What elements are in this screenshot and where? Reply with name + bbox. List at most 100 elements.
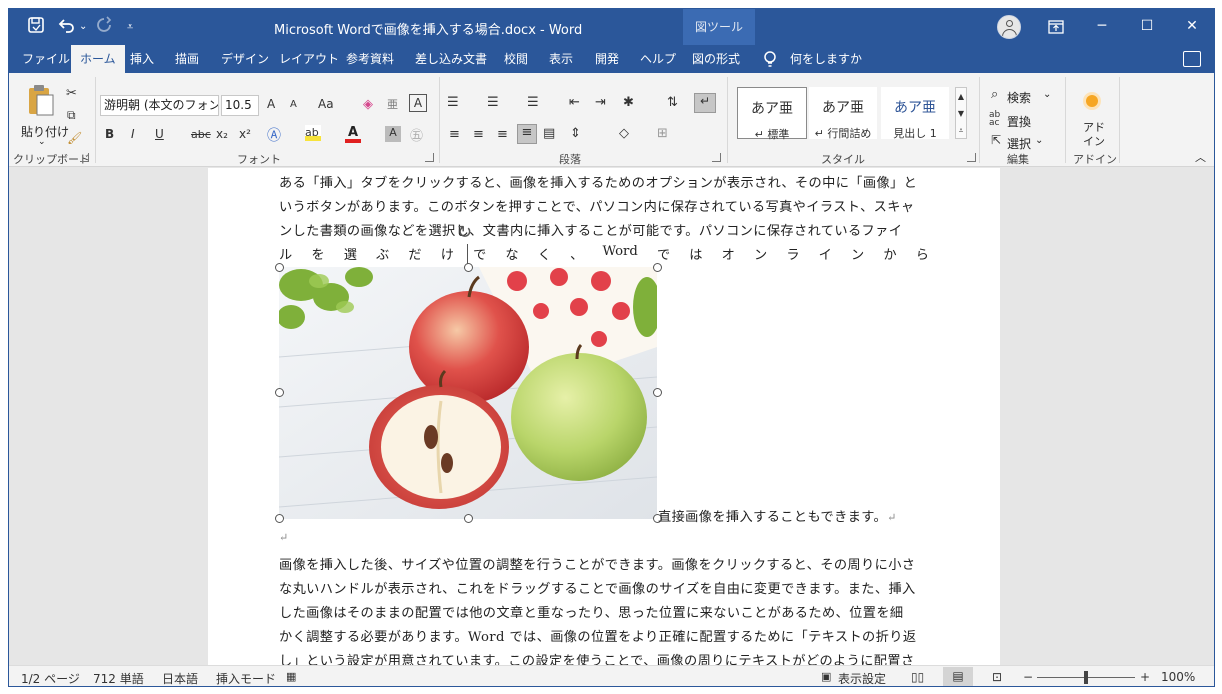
find-icon[interactable]: ⌕: [991, 87, 998, 102]
font-size-field[interactable]: 10.5: [221, 95, 259, 116]
underline-button[interactable]: U: [155, 127, 164, 141]
close-button[interactable]: ✕: [1169, 9, 1214, 45]
resize-handle-top-left[interactable]: [275, 263, 284, 272]
resize-handle-bottom-left[interactable]: [275, 514, 284, 523]
zoom-slider-thumb[interactable]: [1084, 671, 1088, 684]
select-button[interactable]: 選択: [1007, 135, 1031, 152]
resize-handle-bottom[interactable]: [464, 514, 473, 523]
asian-layout-icon[interactable]: ✱: [623, 95, 634, 110]
strikethrough-button[interactable]: abc: [191, 128, 211, 141]
resize-handle-top-right[interactable]: [653, 263, 662, 272]
tab-review[interactable]: 校閲: [495, 45, 537, 73]
tab-design[interactable]: デザイン: [212, 45, 278, 73]
find-dropdown-icon[interactable]: ⌄: [1043, 89, 1051, 100]
rotate-handle-icon[interactable]: ↻: [457, 222, 472, 243]
read-mode-icon[interactable]: ▯▯: [911, 670, 924, 684]
superscript-button[interactable]: x²: [239, 127, 251, 141]
addins-icon[interactable]: [1086, 95, 1098, 107]
autosave-icon[interactable]: [27, 16, 45, 38]
select-icon[interactable]: ⇱: [991, 133, 1001, 147]
style-no-spacing[interactable]: あア亜 ↵ 行間詰め: [809, 87, 877, 140]
tab-references[interactable]: 参考資料: [337, 45, 403, 73]
minimize-button[interactable]: ─: [1079, 9, 1125, 45]
multilevel-list-icon[interactable]: ☰: [527, 95, 539, 110]
select-dropdown-icon[interactable]: ⌄: [1035, 135, 1043, 146]
language-indicator[interactable]: 日本語: [162, 670, 198, 686]
style-normal[interactable]: あア亜 ↵ 標準: [737, 87, 807, 141]
collapse-ribbon-icon[interactable]: ︿: [1195, 149, 1206, 165]
align-left-icon[interactable]: ≡: [449, 127, 460, 142]
replace-icon[interactable]: ab ac: [989, 111, 1000, 128]
enclose-characters-icon[interactable]: ㊄: [410, 125, 423, 144]
increase-indent-icon[interactable]: ⇥: [595, 95, 606, 110]
font-name-field[interactable]: 游明朝 (本文のフォン: [100, 95, 219, 116]
distributed-icon[interactable]: ▤: [543, 126, 555, 141]
undo-icon[interactable]: [57, 16, 75, 38]
replace-button[interactable]: 置換: [1007, 113, 1031, 130]
italic-button[interactable]: I: [131, 127, 135, 141]
ribbon-display-options-icon[interactable]: [1033, 9, 1079, 45]
tell-me-search[interactable]: 何をしますか: [781, 45, 871, 73]
numbering-icon[interactable]: ☰: [487, 95, 499, 110]
display-settings-button[interactable]: 表示設定: [838, 670, 886, 686]
zoom-out-button[interactable]: −: [1023, 670, 1033, 684]
comments-icon[interactable]: [1183, 51, 1201, 67]
addins-button[interactable]: アド イン: [1083, 121, 1105, 149]
apple-photo[interactable]: [279, 267, 657, 519]
tab-picture-format[interactable]: 図の形式: [683, 45, 749, 73]
sort-icon[interactable]: ⇅: [667, 95, 678, 110]
shrink-font-icon[interactable]: A: [290, 99, 297, 110]
insert-mode[interactable]: 挿入モード: [216, 670, 276, 686]
cut-icon[interactable]: ✂: [66, 86, 77, 101]
tab-home[interactable]: ホーム: [71, 45, 125, 73]
macro-recording-icon[interactable]: ▦: [286, 670, 296, 683]
character-border-icon[interactable]: A: [409, 94, 427, 112]
line-spacing-icon[interactable]: ⇕: [570, 126, 581, 141]
phonetic-guide-icon[interactable]: 亜: [387, 96, 398, 112]
change-case-icon[interactable]: Aa: [318, 97, 334, 111]
bullets-icon[interactable]: ☰: [447, 95, 459, 110]
resize-handle-right[interactable]: [653, 388, 662, 397]
tab-developer[interactable]: 開発: [586, 45, 628, 73]
style-heading-1[interactable]: あア亜 見出し 1: [881, 87, 949, 140]
clear-formatting-icon[interactable]: ◈: [363, 97, 373, 112]
web-layout-icon[interactable]: ⊡: [992, 670, 1002, 684]
borders-icon[interactable]: ⊞: [657, 126, 668, 141]
redo-icon[interactable]: [95, 16, 113, 38]
bold-button[interactable]: B: [105, 127, 114, 141]
align-center-icon[interactable]: ≡: [473, 127, 484, 142]
restore-button[interactable]: ☐: [1124, 9, 1170, 45]
subscript-button[interactable]: x₂: [216, 127, 228, 141]
justify-icon[interactable]: ≡: [517, 124, 537, 144]
document-page[interactable]: ある「挿入」タブをクリックすると、画像を挿入するためのオプションが表示され、その…: [208, 168, 1000, 665]
display-settings-icon[interactable]: ▣: [821, 670, 831, 683]
print-layout-icon[interactable]: ▤: [943, 667, 973, 686]
tab-view[interactable]: 表示: [540, 45, 582, 73]
tab-file[interactable]: ファイル: [13, 45, 79, 73]
paste-dropdown-icon[interactable]: ⌄: [38, 137, 46, 147]
paste-icon[interactable]: [27, 83, 55, 120]
styles-scroll-icon[interactable]: ▲ ▼ ⩡: [955, 87, 967, 139]
tab-draw[interactable]: 描画: [166, 45, 208, 73]
page-count[interactable]: 1/2 ページ: [21, 670, 80, 686]
grow-font-icon[interactable]: A: [267, 97, 275, 111]
zoom-in-button[interactable]: +: [1140, 670, 1150, 684]
paragraph-launcher-icon[interactable]: [712, 153, 721, 162]
find-button[interactable]: 検索: [1007, 89, 1031, 106]
format-painter-icon[interactable]: 🖌: [67, 131, 82, 145]
customize-qat-icon[interactable]: ⩡: [127, 20, 133, 34]
shading-icon[interactable]: ◇: [619, 126, 629, 141]
decrease-indent-icon[interactable]: ⇤: [569, 95, 580, 110]
font-color-icon[interactable]: A: [345, 125, 361, 143]
font-launcher-icon[interactable]: [425, 153, 434, 162]
align-right-icon[interactable]: ≡: [497, 127, 508, 142]
text-effects-icon[interactable]: Ⓐ: [267, 125, 281, 145]
account-avatar[interactable]: [997, 15, 1021, 39]
character-shading-icon[interactable]: A: [385, 126, 401, 142]
tab-insert[interactable]: 挿入: [121, 45, 163, 73]
clipboard-launcher-icon[interactable]: [80, 153, 89, 162]
word-count[interactable]: 712 単語: [93, 670, 144, 686]
copy-icon[interactable]: ⧉: [67, 108, 76, 123]
styles-launcher-icon[interactable]: [967, 153, 976, 162]
tab-mailings[interactable]: 差し込み文書: [406, 45, 496, 73]
